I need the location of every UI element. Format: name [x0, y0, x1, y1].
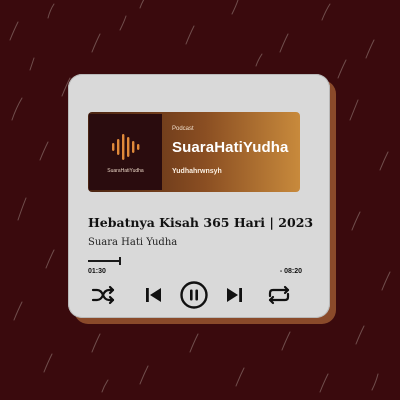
- cover-caption: SuaraHatiYudha: [107, 168, 144, 174]
- podcast-name[interactable]: SuaraHatiYudha: [172, 139, 288, 156]
- repeat-icon: [268, 285, 290, 305]
- progress-knob[interactable]: [119, 257, 121, 265]
- pause-icon: [180, 281, 208, 309]
- shuffle-button[interactable]: [88, 280, 118, 310]
- soundwave-logo-icon: [112, 134, 140, 160]
- playback-controls: [88, 280, 300, 310]
- shuffle-icon: [91, 285, 115, 305]
- podcast-cover: SuaraHatiYudha: [89, 114, 162, 190]
- previous-button[interactable]: [138, 280, 168, 310]
- podcast-author[interactable]: Yudhahrwnsyh: [172, 168, 222, 175]
- player-card: SuaraHatiYudha Podcast SuaraHatiYudha Yu…: [68, 74, 330, 318]
- podcast-kicker: Podcast: [172, 126, 194, 132]
- track-artist[interactable]: Suara Hati Yudha: [88, 237, 177, 248]
- podcast-banner[interactable]: SuaraHatiYudha Podcast SuaraHatiYudha Yu…: [88, 112, 300, 192]
- repeat-button[interactable]: [264, 280, 294, 310]
- skip-next-icon: [227, 288, 242, 302]
- progress-bar[interactable]: [88, 257, 300, 265]
- time-elapsed: 01:30: [88, 268, 106, 275]
- progress-fill: [88, 260, 120, 262]
- pause-button[interactable]: [179, 280, 209, 310]
- skip-previous-icon: [146, 288, 161, 302]
- time-remaining: - 08:20: [279, 268, 302, 275]
- next-button[interactable]: [220, 280, 250, 310]
- track-title: Hebatnya Kisah 365 Hari | 2023: [88, 215, 314, 230]
